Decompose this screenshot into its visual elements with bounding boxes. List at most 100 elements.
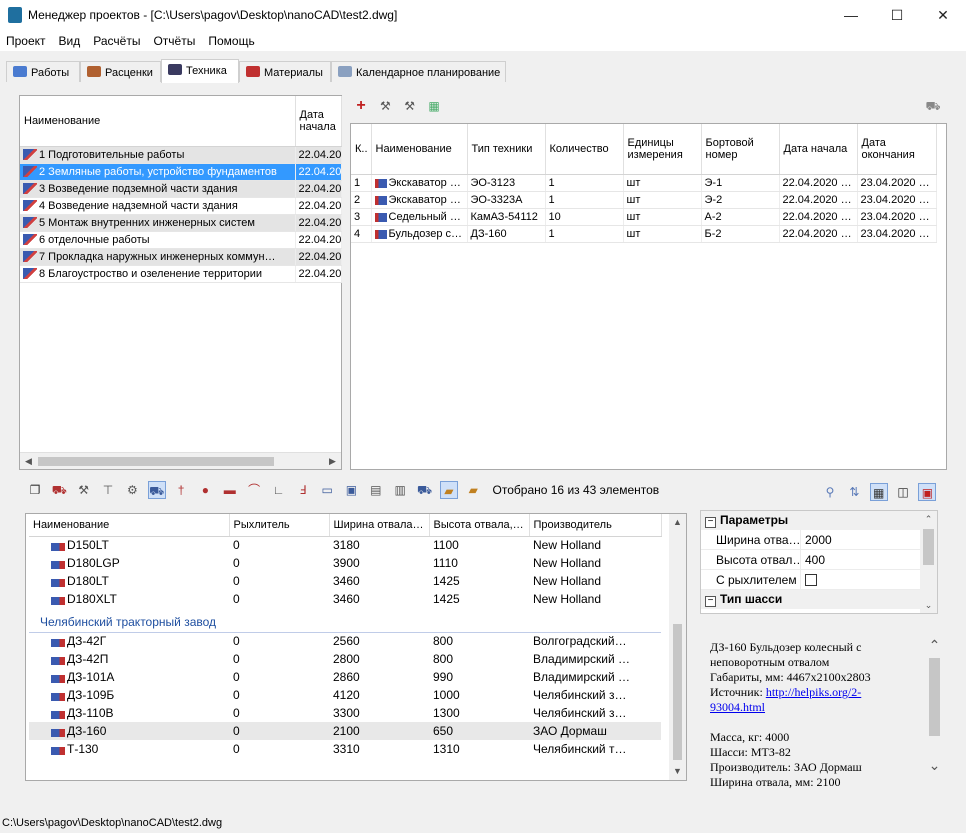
props-row[interactable]: С рыхлителем [701,570,937,590]
scroll-up-icon[interactable]: ⌃ [926,638,943,655]
maximize-button[interactable]: ☐ [874,0,920,31]
catalog-col-header[interactable]: Рыхлитель [229,514,330,537]
catalog-row[interactable]: D150LT 0 3180 1100 New Holland [29,536,661,554]
equipment-col-header[interactable]: Наименование [371,124,468,175]
menu-calculations[interactable]: Расчёты [87,31,147,48]
bulldozer-filter-icon[interactable]: ⛟ [147,481,166,499]
scroll-thumb[interactable] [923,529,934,565]
delete-icon[interactable]: ▣ [918,483,937,501]
scroll-thumb[interactable] [38,457,274,466]
catalog-row[interactable]: ДЗ-42Г 0 2560 800 Волгоградский… [29,632,661,650]
desc-vscrollbar[interactable]: ⌃ ⌄ [926,638,943,788]
excavator-icon[interactable]: ⚒ [75,481,93,499]
scroll-thumb[interactable] [673,624,682,760]
equipment-col-header[interactable]: Количество [545,124,624,175]
equipment-row[interactable]: 2 Экскаватор … ЭО-3323А 1 шт Э-2 22.04.2020 … 2… [351,191,937,209]
props-value[interactable]: 400 [801,550,937,569]
collapse-icon[interactable]: − [705,596,716,607]
catalog-row[interactable]: ДЗ-160 0 2100 650 ЗАО Дормаш [29,722,661,740]
menu-reports[interactable]: Отчёты [147,31,202,48]
catalog-root-icon[interactable]: ❐ [26,481,44,499]
scroll-up-icon[interactable]: ▲ [669,514,686,531]
close-button[interactable]: ✕ [920,0,966,31]
tab-equipment[interactable]: Техника [161,59,239,83]
catalog-col-header[interactable]: Высота отвала,… [429,514,530,537]
crane-icon[interactable]: ⊤ [99,481,117,499]
works-row[interactable]: 2 Земляные работы, устройство фундаменто… [20,163,342,181]
pipelayer-icon[interactable]: ∟ [269,481,287,499]
truck-icon[interactable]: ⛟ [50,481,68,499]
works-row[interactable]: 3 Возведение подземной части здания 22.04… [20,180,342,198]
preview-icon[interactable]: ◫ [894,483,912,501]
folder-add-icon[interactable]: ▰ [464,481,482,499]
car-icon[interactable]: ▭ [318,481,336,499]
works-col-date[interactable]: Дата начала [295,96,342,147]
equipment-col-header[interactable]: Бортовой номер [701,124,780,175]
equipment-col-header[interactable]: К.. [351,124,372,175]
add-icon[interactable]: + [352,97,370,115]
catalog-group-row[interactable]: Челябинский тракторный завод [29,608,661,633]
works-row[interactable]: 8 Благоустроство и озеленение территории… [20,265,342,283]
tower-crane-icon[interactable]: Ⅎ [294,481,312,499]
roller-icon[interactable]: ● [196,481,214,499]
menu-project[interactable]: Проект [0,31,53,48]
catalog-row[interactable]: ДЗ-109Б 0 4120 1000 Челябинский з… [29,686,661,704]
works-row[interactable]: 5 Монтаж внутренних инженерных систем 22.… [20,214,342,232]
scroll-thumb[interactable] [929,658,940,736]
sort-icon[interactable]: ⇅ [845,483,863,501]
catalog-row[interactable]: ДЗ-101А 0 2860 990 Владимирский … [29,668,661,686]
props-section-chassis[interactable]: − Тип шасси [701,590,937,609]
equipment-col-header[interactable]: Дата начала [779,124,858,175]
catalog-row[interactable]: D180LT 0 3460 1425 New Holland [29,572,661,590]
catalog-row[interactable]: ДЗ-42П 0 2800 800 Владимирский … [29,650,661,668]
catalog-row[interactable]: Т-130 0 3310 1310 Челябинский т… [29,740,661,758]
rake-checkbox[interactable] [805,574,817,586]
equipment-col-header[interactable]: Тип техники [467,124,546,175]
menu-help[interactable]: Помощь [202,31,261,48]
works-row[interactable]: 7 Прокладка наружных инженерных коммун… 2… [20,248,342,266]
scroll-down-icon[interactable]: ⌄ [920,597,937,614]
menu-view[interactable]: Вид [53,31,88,48]
table-view-icon[interactable]: ▦ [869,483,888,501]
catalog-row[interactable]: ДЗ-110В 0 3300 1300 Челябинский з… [29,704,661,722]
catalog-vscrollbar[interactable]: ▲ ▼ [669,514,686,780]
compressor-icon[interactable]: ▤ [367,481,385,499]
scroll-down-icon[interactable]: ⌄ [926,758,943,775]
catalog-row[interactable]: D180LGP 0 3900 1110 New Holland [29,554,661,572]
equipment-col-header[interactable]: Единицы измерения [623,124,702,175]
props-vscrollbar[interactable]: ⌃ ⌄ [920,511,937,613]
works-hscrollbar[interactable]: ◀ ▶ [20,452,341,469]
funnel-icon[interactable]: ⚲ [821,483,839,501]
tab-works[interactable]: Работы [6,61,80,82]
works-row[interactable]: 1 Подготовительные работы 22.04.20 [20,146,342,164]
scroll-down-icon[interactable]: ▼ [669,763,686,780]
add-equipment-icon[interactable]: ⚒ [376,97,394,115]
tab-materials[interactable]: Материалы [239,61,331,82]
tab-rates[interactable]: Расценки [80,61,161,82]
minimize-button[interactable]: — [828,0,874,31]
loader-icon[interactable]: ⚙ [123,481,141,499]
works-col-name[interactable]: Наименование [20,96,296,147]
works-row[interactable]: 6 отделочные работы 22.04.20 [20,231,342,249]
props-value[interactable] [801,570,937,589]
props-row[interactable]: Ширина отва… 2000 [701,530,937,550]
collapse-icon[interactable]: − [705,517,716,528]
folder-filter-icon[interactable]: ▰ [439,481,458,499]
props-value[interactable]: 2000 [801,530,937,549]
props-section-params[interactable]: − Параметры [701,511,937,530]
paver-icon[interactable]: ▥ [391,481,409,499]
catalog-col-header[interactable]: Производитель [529,514,662,537]
equipment-row[interactable]: 1 Экскаватор … ЭО-3123 1 шт Э-1 22.04.2020 … 23… [351,174,937,192]
works-row[interactable]: 4 Возведение надземной части здания 22.04… [20,197,342,215]
scroll-up-icon[interactable]: ⌃ [920,511,937,528]
equipment-col-header[interactable]: Дата окончания [857,124,937,175]
import-icon[interactable]: ▦ [425,97,443,115]
tractor-icon[interactable]: ⛟ [416,481,434,499]
remove-equipment-icon[interactable]: ⚒ [401,97,419,115]
trailer-icon[interactable]: ▬ [221,481,239,499]
equipment-row[interactable]: 4 Бульдозер с… ДЗ-160 1 шт Б-2 22.04.2020 … 23.… [351,225,937,243]
catalog-col-header[interactable]: Наименование [29,514,230,537]
props-row[interactable]: Высота отвал… 400 [701,550,937,570]
catalog-col-header[interactable]: Ширина отвала… [329,514,430,537]
equipment-row[interactable]: 3 Седельный … КамАЗ-54112 10 шт А-2 22.04.2020… [351,208,937,226]
